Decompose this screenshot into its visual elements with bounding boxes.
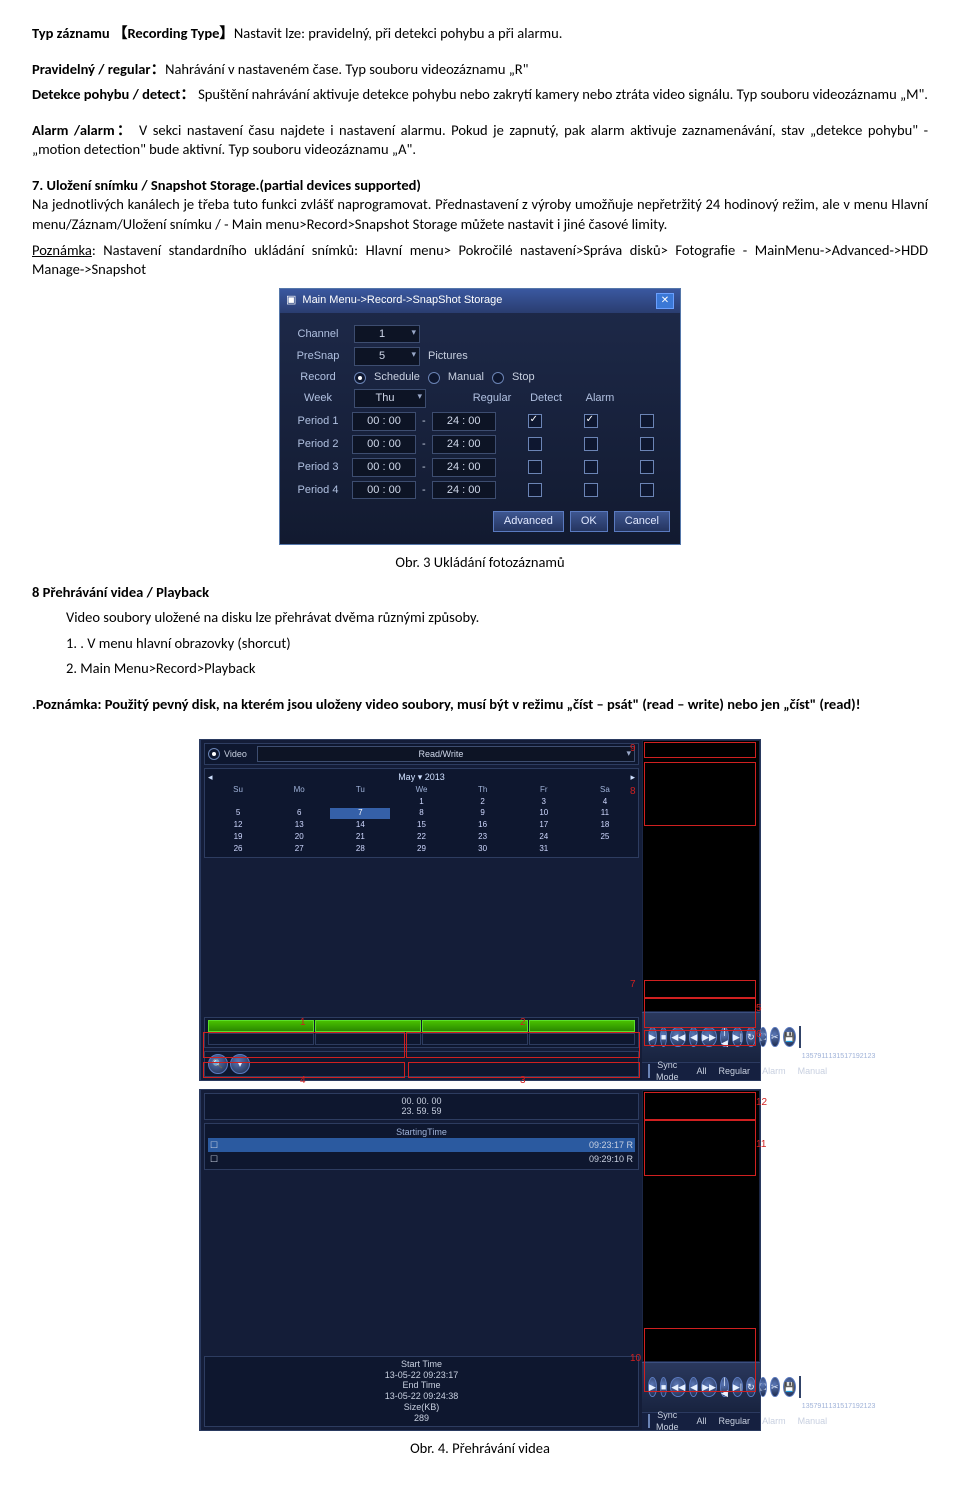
playback-ui-1: Video Read/Write ◂ May ▾ 2013 ▸ SuMoTuWe… <box>199 739 761 1081</box>
dialog-titlebar: ▣ Main Menu->Record->SnapShot Storage ✕ <box>280 289 680 313</box>
mode-select[interactable]: Read/Write <box>257 746 635 762</box>
check[interactable] <box>584 483 598 497</box>
check[interactable] <box>640 437 654 451</box>
file-list: StartingTime ☐09:23:17 R ☐09:29:10 R <box>204 1123 639 1169</box>
time-from[interactable]: 00 : 00 <box>352 435 416 454</box>
period-row: Period 100 : 00-24 : 00 <box>290 412 670 431</box>
check[interactable] <box>640 460 654 474</box>
file-info: Start Time 13-05-22 09:23:17 End Time 13… <box>204 1356 639 1427</box>
check[interactable] <box>584 437 598 451</box>
section-8: 8 Přehrávání videa / Playback <box>32 583 928 603</box>
check[interactable] <box>528 414 542 428</box>
week-label: Week <box>290 391 346 406</box>
radio-manual[interactable] <box>428 372 440 384</box>
time-from[interactable]: 00 : 00 <box>352 458 416 477</box>
check[interactable] <box>528 483 542 497</box>
close-icon[interactable]: ✕ <box>656 293 674 309</box>
record-label: Record <box>290 370 346 385</box>
caption-3: Obr. 3 Ukládání fotozáznamů <box>32 553 928 573</box>
time-from[interactable]: 00 : 00 <box>352 481 416 500</box>
time-to[interactable]: 24 : 00 <box>432 435 496 454</box>
check[interactable] <box>528 460 542 474</box>
ch-btn[interactable] <box>208 1020 314 1032</box>
calendar[interactable]: ◂ May ▾ 2013 ▸ SuMoTuWeThFrSa12345678910… <box>204 768 639 858</box>
timeline[interactable]: 1357911131517192123 <box>799 1026 801 1048</box>
week-select[interactable]: Thu <box>354 389 426 408</box>
detect: Detekce pohybu / detect： Spuštění nahráv… <box>32 85 928 105</box>
check[interactable] <box>640 483 654 497</box>
bottom-bar: Sync Mode All Regular Alarm Manual <box>642 1062 760 1080</box>
section-7: 7. Uložení snímku / Snapshot Storage.(pa… <box>32 176 928 235</box>
playback-ui-2: 00. 00. 00 23. 59. 59 StartingTime ☐09:2… <box>199 1089 761 1431</box>
period-row: Period 300 : 00-24 : 00 <box>290 458 670 477</box>
time-from[interactable]: 00 : 00 <box>352 412 416 431</box>
radio-stop[interactable] <box>492 372 504 384</box>
check[interactable] <box>528 437 542 451</box>
note-1: Poznámka: Nastavení standardního ukládán… <box>32 241 928 280</box>
time-to[interactable]: 24 : 00 <box>432 481 496 500</box>
caption-4: Obr. 4. Přehrávání videa <box>32 1439 928 1459</box>
presnap-input[interactable]: 5 <box>354 347 420 366</box>
alarm: Alarm /alarm： V sekci nastavení času naj… <box>32 121 928 160</box>
video-radio[interactable] <box>208 748 220 760</box>
recording-type: Typ záznamu 【Recording Type】Nastavit lze… <box>32 24 928 44</box>
cal-next-icon[interactable]: ▸ <box>630 771 635 783</box>
check[interactable] <box>640 414 654 428</box>
note-2: .Poznámka: Použitý pevný disk, na kterém… <box>32 695 928 715</box>
sec8-line-c: 2. Main Menu>Record>Playback <box>66 659 928 679</box>
time-range: 00. 00. 00 23. 59. 59 <box>204 1093 639 1121</box>
save-icon[interactable]: 💾 <box>783 1027 796 1047</box>
regular: Pravidelný / regular：Nahrávání v nastave… <box>32 60 928 80</box>
channel-label: Channel <box>290 327 346 342</box>
sec8-line-b: 1. . V menu hlavní obrazovky (shorcut) <box>66 634 928 654</box>
check[interactable] <box>584 414 598 428</box>
cut-icon[interactable]: ✂ <box>770 1027 780 1047</box>
sec8-line-a: Video soubory uložené na disku lze přehr… <box>66 608 928 628</box>
presnap-label: PreSnap <box>290 349 346 364</box>
channel-select[interactable]: 1 <box>354 325 420 344</box>
check[interactable] <box>584 460 598 474</box>
snapshot-dialog: ▣ Main Menu->Record->SnapShot Storage ✕ … <box>279 288 681 546</box>
advanced-button[interactable]: Advanced <box>493 511 564 532</box>
period-row: Period 400 : 00-24 : 00 <box>290 481 670 500</box>
time-to[interactable]: 24 : 00 <box>432 458 496 477</box>
presnap-unit: Pictures <box>428 349 468 364</box>
cancel-button[interactable]: Cancel <box>614 511 670 532</box>
time-to[interactable]: 24 : 00 <box>432 412 496 431</box>
radio-schedule[interactable] <box>354 372 366 384</box>
period-row: Period 200 : 00-24 : 00 <box>290 435 670 454</box>
cal-prev-icon[interactable]: ◂ <box>208 771 213 783</box>
dialog-icon: ▣ <box>286 293 296 308</box>
dialog-title: Main Menu->Record->SnapShot Storage <box>302 293 502 308</box>
ok-button[interactable]: OK <box>570 511 608 532</box>
